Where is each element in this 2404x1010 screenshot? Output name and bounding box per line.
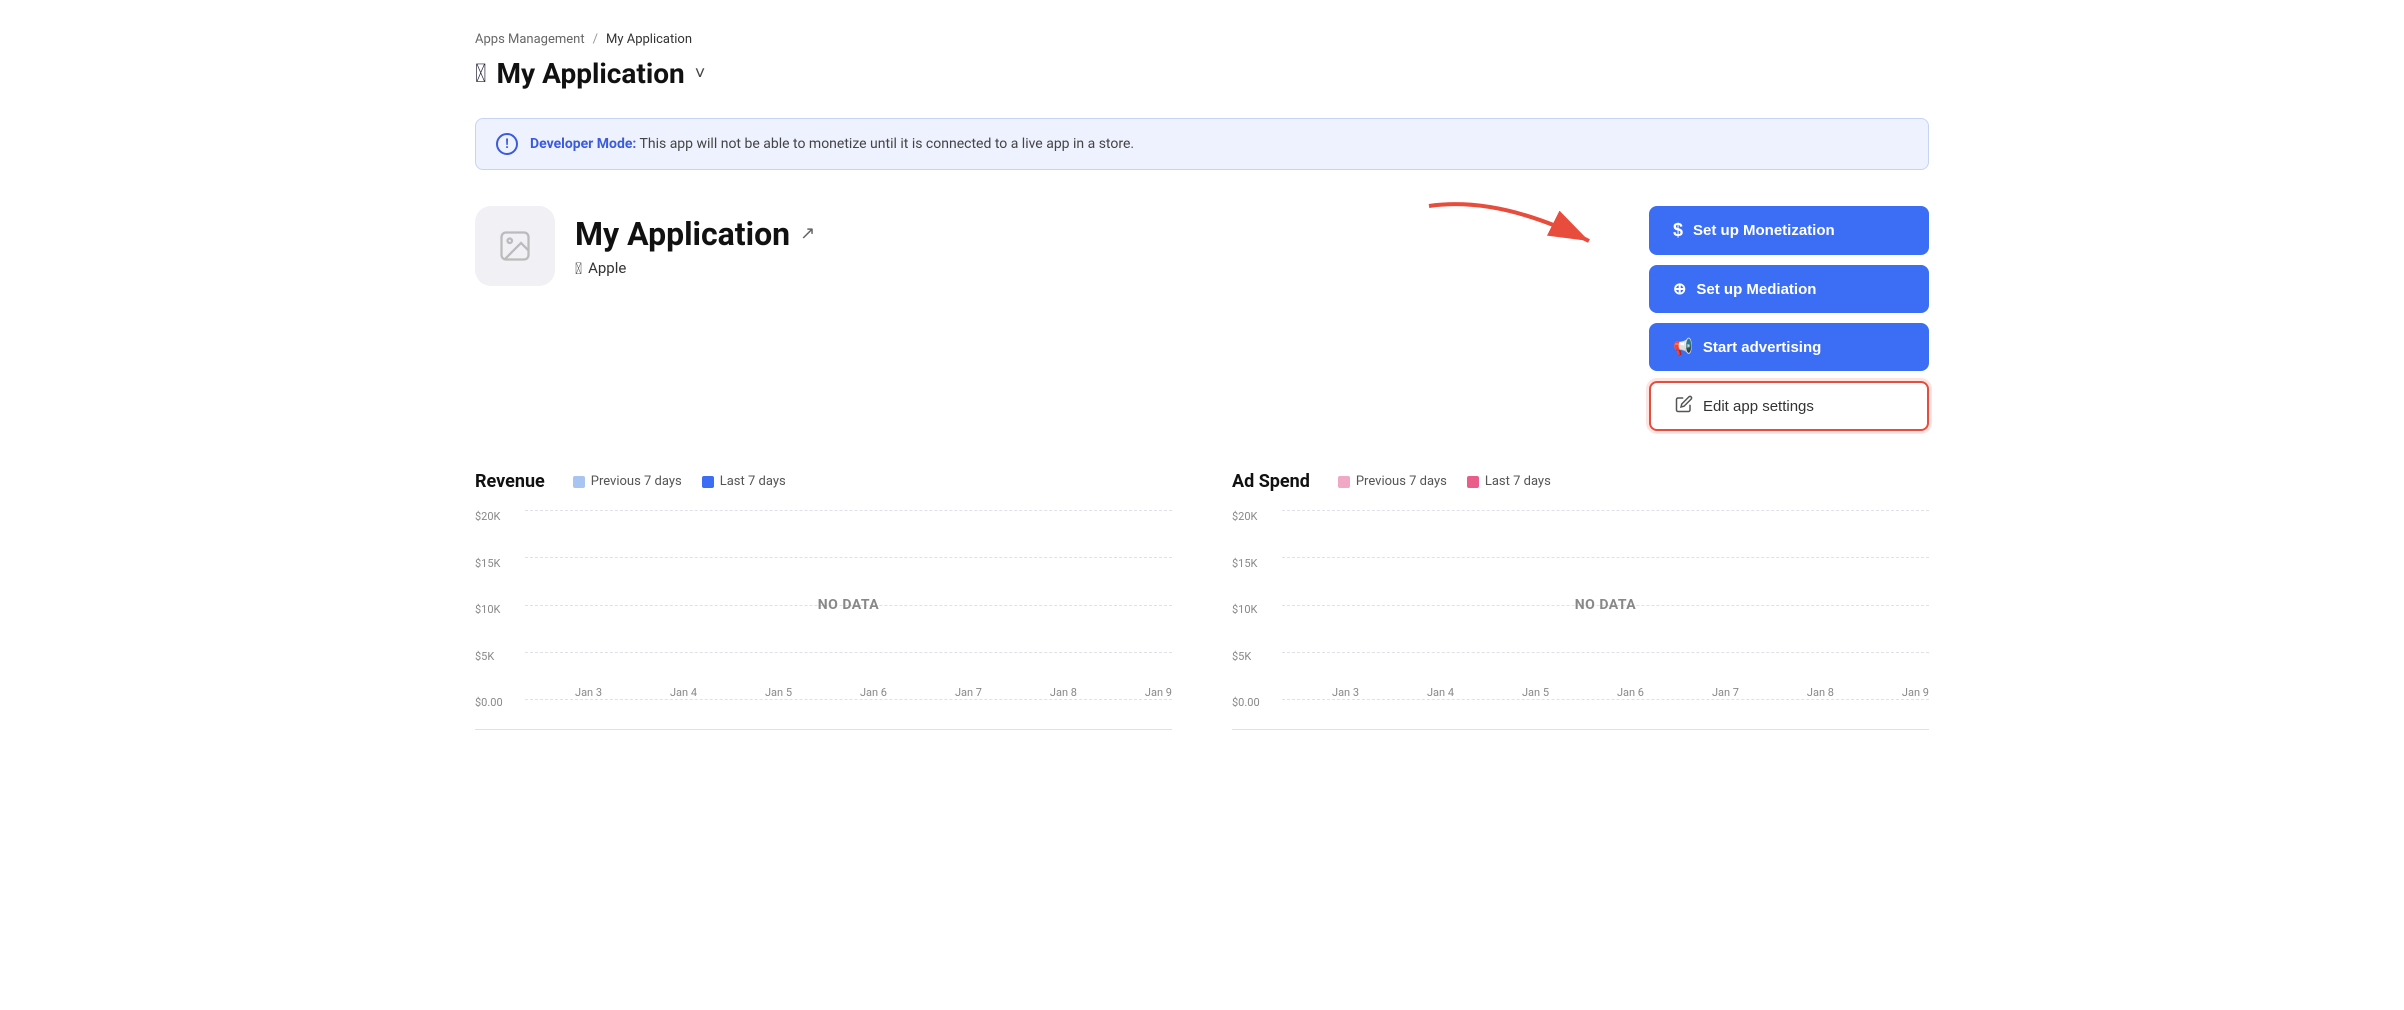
adspend-no-data: NO DATA [1575, 597, 1636, 613]
revenue-chart: Revenue Previous 7 days Last 7 days $20K… [475, 471, 1172, 730]
adspend-last-label: Last 7 days [1485, 474, 1551, 489]
revenue-y-labels: $20K $15K $10K $5K $0.00 [475, 510, 520, 709]
apple-platform-icon:  [575, 259, 582, 278]
edit-icon [1675, 395, 1693, 417]
adspend-legend: Previous 7 days Last 7 days [1338, 474, 1551, 489]
grid-line [525, 557, 1172, 558]
revenue-chart-area: $20K $15K $10K $5K $0.00 NO DATA Jan 3 J… [475, 510, 1172, 730]
app-info: My Application ↗  Apple [475, 206, 815, 286]
adspend-legend-last: Last 7 days [1467, 474, 1551, 489]
app-platform-row:  Apple [575, 259, 815, 278]
app-icon [475, 206, 555, 286]
revenue-prev-label: Previous 7 days [591, 474, 682, 489]
charts-section: Revenue Previous 7 days Last 7 days $20K… [475, 471, 1929, 730]
action-buttons: $ Set up Monetization ⊕ Set up Mediation… [1649, 206, 1929, 431]
red-arrow-annotation [1419, 186, 1619, 286]
adspend-chart-title: Ad Spend [1232, 471, 1310, 492]
adspend-last-dot [1467, 476, 1479, 488]
breadcrumb-parent[interactable]: Apps Management [475, 32, 585, 47]
layers-icon: ⊕ [1673, 279, 1686, 299]
revenue-legend-prev: Previous 7 days [573, 474, 682, 489]
app-info-row: My Application ↗  Apple [475, 206, 1929, 431]
title-dropdown-chevron[interactable]: ˅ [695, 63, 706, 84]
grid-line [525, 699, 1172, 700]
revenue-prev-dot [573, 476, 585, 488]
page-title: My Application [497, 57, 685, 90]
breadcrumb-current: My Application [606, 32, 692, 47]
revenue-last-dot [702, 476, 714, 488]
breadcrumb-separator: / [593, 32, 598, 47]
action-area: $ Set up Monetization ⊕ Set up Mediation… [1649, 206, 1929, 431]
info-icon: ! [496, 133, 518, 155]
revenue-chart-header: Revenue Previous 7 days Last 7 days [475, 471, 1172, 492]
setup-mediation-button[interactable]: ⊕ Set up Mediation [1649, 265, 1929, 313]
developer-mode-banner: ! Developer Mode: This app will not be a… [475, 118, 1929, 170]
adspend-legend-prev: Previous 7 days [1338, 474, 1447, 489]
adspend-chart: Ad Spend Previous 7 days Last 7 days $20… [1232, 471, 1929, 730]
revenue-chart-grid: NO DATA Jan 3 Jan 4 Jan 5 Jan 6 Jan 7 Ja… [525, 510, 1172, 699]
grid-line [1282, 652, 1929, 653]
app-name-row: My Application ↗ [575, 215, 815, 253]
revenue-last-label: Last 7 days [720, 474, 786, 489]
grid-line [1282, 510, 1929, 511]
app-platform: Apple [588, 259, 626, 277]
adspend-x-labels: Jan 3 Jan 4 Jan 5 Jan 6 Jan 7 Jan 8 Jan … [1332, 686, 1929, 699]
external-link-icon[interactable]: ↗ [800, 223, 815, 244]
adspend-prev-dot [1338, 476, 1350, 488]
revenue-chart-title: Revenue [475, 471, 545, 492]
grid-line [525, 510, 1172, 511]
revenue-x-labels: Jan 3 Jan 4 Jan 5 Jan 6 Jan 7 Jan 8 Jan … [575, 686, 1172, 699]
breadcrumb: Apps Management / My Application [475, 32, 1929, 47]
app-details: My Application ↗  Apple [575, 215, 815, 278]
grid-line [1282, 557, 1929, 558]
megaphone-icon: 📢 [1673, 337, 1693, 357]
adspend-chart-grid: NO DATA Jan 3 Jan 4 Jan 5 Jan 6 Jan 7 Ja… [1282, 510, 1929, 699]
setup-monetization-button[interactable]: $ Set up Monetization [1649, 206, 1929, 255]
edit-app-settings-button[interactable]: Edit app settings [1649, 381, 1929, 431]
adspend-prev-label: Previous 7 days [1356, 474, 1447, 489]
adspend-chart-header: Ad Spend Previous 7 days Last 7 days [1232, 471, 1929, 492]
revenue-legend-last: Last 7 days [702, 474, 786, 489]
app-name: My Application [575, 215, 790, 253]
page-title-row:  My Application ˅ [475, 57, 1929, 90]
dollar-icon: $ [1673, 220, 1683, 241]
adspend-chart-area: $20K $15K $10K $5K $0.00 NO DATA Jan 3 J… [1232, 510, 1929, 730]
banner-text: Developer Mode: This app will not be abl… [530, 136, 1134, 152]
apple-logo-icon:  [475, 59, 487, 89]
grid-line [1282, 699, 1929, 700]
adspend-y-labels: $20K $15K $10K $5K $0.00 [1232, 510, 1277, 709]
revenue-legend: Previous 7 days Last 7 days [573, 474, 786, 489]
revenue-no-data: NO DATA [818, 597, 879, 613]
grid-line [525, 652, 1172, 653]
start-advertising-button[interactable]: 📢 Start advertising [1649, 323, 1929, 371]
